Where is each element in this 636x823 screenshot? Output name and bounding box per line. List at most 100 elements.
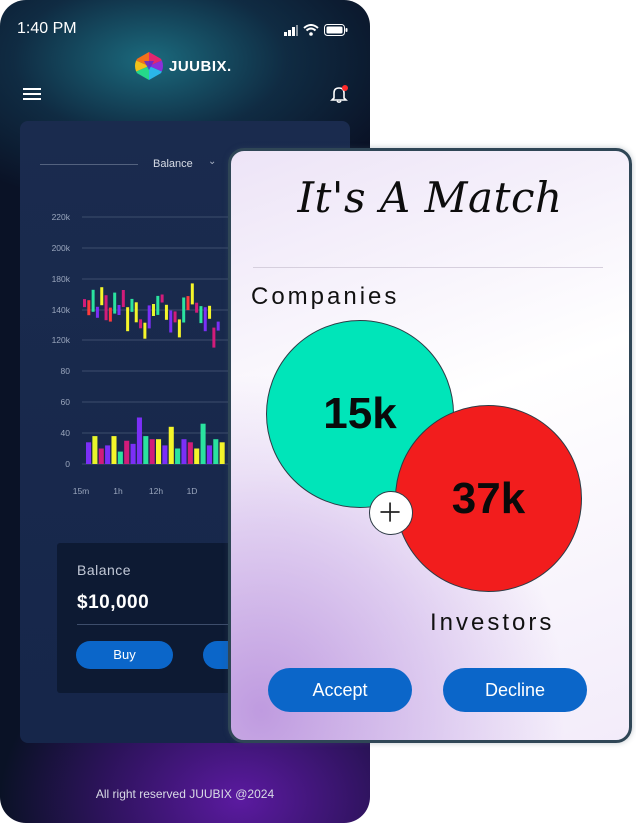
brand: JUUBIX. [135,52,232,80]
balance-card: Balance $10,000 Buy [57,543,283,693]
volume-bar [117,451,123,464]
price-bar [160,294,164,303]
y-tick-label: 220k [52,212,71,222]
juubix-logo-icon [135,52,163,80]
chart-metric-dropdown[interactable]: Balance ⌄ [40,156,230,174]
signal-icon [284,24,298,36]
status-time: 1:40 PM [17,20,77,37]
price-bar [108,307,112,322]
investors-circle: 37k [395,405,582,592]
volume-bar [206,445,212,464]
x-tick-label: 1h [113,486,123,496]
price-bar [147,305,151,329]
companies-label: Companies [251,283,400,310]
volume-bar [136,417,142,464]
volume-bar [149,439,155,464]
volume-bar [92,436,98,464]
price-bar [126,307,130,332]
notification-bell-icon[interactable] [330,84,350,104]
price-bar [95,306,99,318]
volume-bar [168,426,174,464]
price-bar [83,299,86,308]
volume-bar [111,436,117,464]
price-bar [87,300,91,316]
price-bar [177,319,181,338]
footer-copyright: All right reserved JUUBIX @2024 [95,787,275,801]
price-bar [173,311,177,323]
wifi-icon [303,24,319,36]
battery-icon [324,24,348,36]
volume-bar [124,440,130,464]
price-bar [113,292,117,314]
price-bar [199,306,203,324]
volume-bar [187,442,193,464]
price-bar [169,310,173,333]
volume-bar [200,423,206,464]
match-title: It's A Match [297,173,563,222]
price-bar [91,289,95,312]
companies-count: 15k [323,389,397,438]
y-tick-label: 120k [52,335,71,345]
hamburger-menu-icon[interactable] [23,87,41,101]
dropdown-line [40,164,138,165]
price-bar [152,304,155,316]
price-bar [186,296,190,311]
buy-button[interactable]: Buy [76,641,173,669]
price-bar [143,322,147,339]
balance-title: Balance [77,562,132,578]
y-tick-label: 40 [61,428,71,438]
price-bar [117,305,121,315]
price-bar [203,307,207,332]
price-bar [182,297,186,323]
volume-bar [175,448,181,464]
brand-name: JUUBIX. [169,57,232,75]
volume-bar [213,439,219,464]
volume-bar [98,448,104,464]
balance-amount: $10,000 [77,592,150,613]
price-bar [104,295,108,321]
price-bar [216,321,220,331]
y-tick-label: 200k [52,243,71,253]
x-tick-label: 15m [73,486,90,496]
volume-bar [143,436,149,464]
balance-divider [77,624,252,625]
volume-bar [219,442,225,464]
plus-icon [369,491,413,535]
volume-bar [86,442,92,464]
y-tick-label: 60 [61,397,71,407]
chevron-down-icon: ⌄ [208,156,217,167]
price-bar [130,298,134,312]
x-tick-label: 1D [187,486,198,496]
investors-count: 37k [451,473,526,523]
price-bar [195,302,199,313]
match-card: It's A Match Companies 15k 37k Investors… [228,148,632,743]
price-bar [212,327,216,348]
price-bar [156,295,160,315]
y-tick-label: 80 [61,366,71,376]
price-bar [134,302,138,323]
investors-label: Investors [430,609,555,636]
y-tick-label: 180k [52,274,71,284]
match-divider [253,267,603,268]
volume-bar [181,439,187,464]
accept-button[interactable]: Accept [268,668,412,712]
x-tick-label: 12h [149,486,163,496]
price-bar [139,319,143,329]
y-tick-label: 0 [65,459,70,469]
price-bar [164,304,168,320]
price-bar [208,305,212,319]
decline-button[interactable]: Decline [443,668,587,712]
price-bar [100,287,104,306]
price-chart: 220k 200k 180k 140k 120k 80 60 40 0 15m 1h 12h 1D [52,212,240,496]
status-icons [284,24,348,36]
volume-bar [130,443,136,464]
stage: 1:40 PM JUUBIX. Balance ⌄ 220k 200k 180k… [0,0,636,823]
y-tick-label: 140k [52,305,71,315]
dropdown-label: Balance [153,158,193,170]
price-bar [190,283,194,305]
volume-bar [162,445,168,464]
volume-bar [156,439,162,464]
volume-bar [194,448,200,464]
price-bar [121,290,125,307]
volume-bar [105,445,111,464]
